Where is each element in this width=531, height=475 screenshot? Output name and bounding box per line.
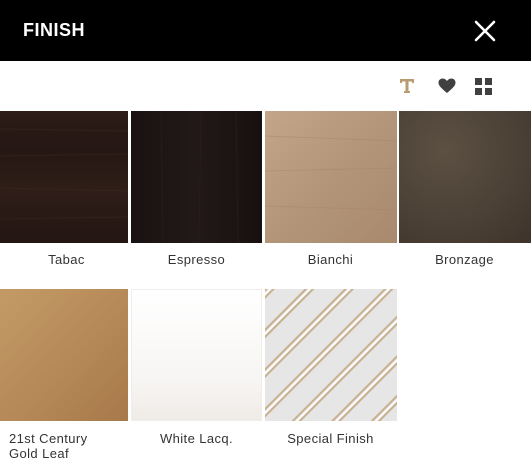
finish-label: Special Finish [287, 431, 374, 446]
text-view-button[interactable] [397, 76, 417, 96]
white-lacq-texture [132, 290, 261, 420]
espresso-wood-texture [131, 110, 262, 244]
bronzage-texture [399, 111, 531, 243]
grid-view-button[interactable] [474, 76, 494, 96]
finish-label: Tabac [48, 252, 85, 267]
finish-label: Bronzage [435, 252, 494, 267]
grid-view-icon [475, 78, 492, 95]
heart-icon [438, 78, 456, 93]
bianchi-wood-texture [264, 111, 398, 243]
swatch-bianchi[interactable] [264, 111, 398, 243]
finish-label: Bianchi [307, 252, 354, 267]
finish-label: White Lacq. [159, 431, 234, 446]
close-icon [474, 20, 496, 42]
swatch-gold-leaf[interactable] [0, 289, 128, 421]
close-button[interactable] [472, 18, 498, 44]
favorites-button[interactable] [437, 76, 457, 96]
swatch-white-lacq[interactable] [131, 289, 262, 421]
gold-leaf-texture [0, 289, 128, 421]
tabac-wood-texture [0, 111, 129, 243]
swatch-bronzage[interactable] [399, 111, 531, 243]
text-t-icon [400, 79, 414, 93]
swatch-tabac[interactable] [0, 111, 129, 243]
finish-label: 21st Century Gold Leaf [9, 431, 88, 461]
swatch-espresso[interactable] [131, 110, 262, 244]
panel-title: FINISH [23, 20, 86, 40]
swatch-special-finish[interactable] [265, 289, 397, 421]
special-finish-stripes [265, 289, 397, 421]
finish-header: FINISH [0, 0, 531, 61]
finish-label: Espresso [167, 252, 226, 267]
